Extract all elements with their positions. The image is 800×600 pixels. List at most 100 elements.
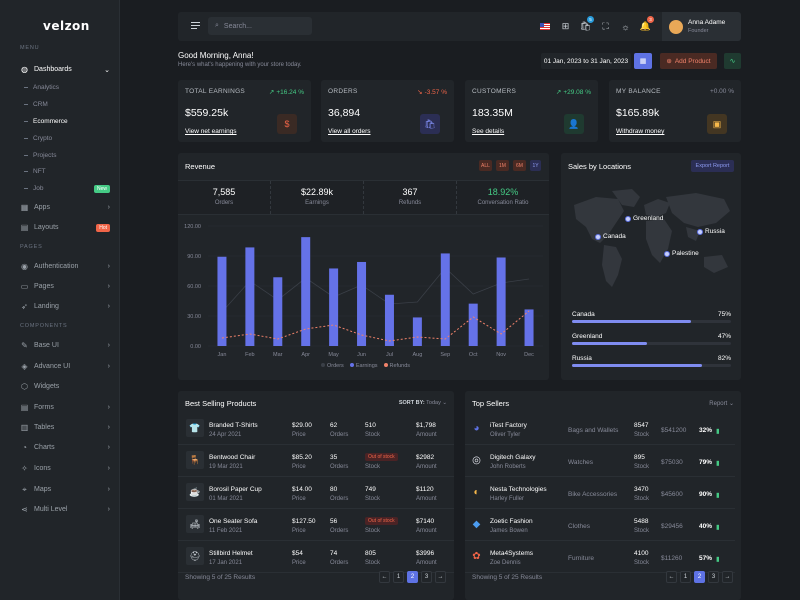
- page-button[interactable]: 1: [393, 571, 404, 583]
- sidebar-sub-ecommerce[interactable]: Ecommerce: [24, 116, 112, 127]
- table-row[interactable]: 🛋 One Seater Sofa 11 Feb 2021 $127.50 Price 5…: [178, 509, 454, 541]
- sidebar-item-base-ui[interactable]: ✎ Base UI ›: [20, 339, 112, 352]
- activity-button[interactable]: ∿: [724, 53, 741, 69]
- sort-dropdown[interactable]: SORT BY: Today ⌄: [399, 400, 447, 406]
- sidebar-item-icons[interactable]: ✧ Icons ›: [20, 462, 112, 475]
- page-button[interactable]: 2: [407, 571, 418, 583]
- hamburger-icon[interactable]: [191, 22, 200, 29]
- page-button[interactable]: 2: [694, 571, 705, 583]
- page-button[interactable]: 3: [421, 571, 432, 583]
- product-name[interactable]: Branded T-Shirts: [209, 422, 258, 429]
- sidebar-item-charts[interactable]: ◔ Charts ›: [20, 441, 112, 454]
- sidebar-item-pages[interactable]: ▭ Pages ›: [20, 280, 112, 293]
- range-1m-button[interactable]: 1M: [496, 160, 509, 171]
- map-pin-greenland[interactable]: Greenland: [625, 215, 663, 222]
- seller-name[interactable]: iTest Factory: [490, 422, 527, 429]
- seller-category: Clothes: [568, 523, 591, 530]
- next-page-button[interactable]: →: [722, 571, 733, 583]
- table-row[interactable]: ◐ Nesta Technologies Harley Fuller Bike Acc…: [465, 477, 735, 509]
- calendar-button[interactable]: ▦: [634, 53, 652, 69]
- user-menu[interactable]: Anna Adame Founder: [662, 12, 741, 41]
- sidebar-sub-job[interactable]: Job New: [24, 183, 112, 194]
- us-flag-icon[interactable]: [539, 21, 550, 32]
- sidebar-sub-crm[interactable]: CRM: [24, 99, 112, 110]
- kpi-link[interactable]: See details: [472, 128, 504, 135]
- report-dropdown[interactable]: Report ⌄: [709, 400, 734, 407]
- kpi-link[interactable]: View all orders: [328, 128, 371, 135]
- chevron-right-icon: ›: [107, 363, 110, 370]
- product-name[interactable]: Borosil Paper Cup: [209, 486, 262, 493]
- map-pin-canada[interactable]: Canada: [595, 233, 626, 240]
- bar-chart-icon: ▮: [716, 460, 720, 467]
- page-button[interactable]: 3: [708, 571, 719, 583]
- seller-name[interactable]: Meta4Systems: [490, 550, 533, 557]
- earnings-bar: [496, 257, 506, 346]
- product-name[interactable]: Bentwood Chair: [209, 454, 255, 461]
- date-range-picker[interactable]: 01 Jan, 2023 to 31 Jan, 2023: [541, 53, 631, 69]
- theme-toggle-icon[interactable]: ☼: [620, 21, 631, 32]
- seller-amount: $29456: [661, 523, 683, 530]
- sidebar-item-layouts[interactable]: ▤ Layouts Hot: [20, 221, 112, 234]
- table-row[interactable]: ◆ Zoetic Fashion James Bowen Clothes 5488 Sto…: [465, 509, 735, 541]
- legend-earnings[interactable]: Earnings: [349, 363, 378, 369]
- sidebar-item-landing[interactable]: ➶ Landing ›: [20, 300, 112, 313]
- seller-name[interactable]: Zoetic Fashion: [490, 518, 533, 525]
- sidebar-item-authentication[interactable]: ◉ Authentication ›: [20, 260, 112, 273]
- fullscreen-icon[interactable]: ⛶: [600, 21, 611, 32]
- sidebar-sub-projects[interactable]: Projects: [24, 150, 112, 161]
- seller-name[interactable]: Nesta Technologies: [490, 486, 547, 493]
- prev-page-button[interactable]: ←: [666, 571, 677, 583]
- map-pin-russia[interactable]: Russia: [697, 228, 725, 235]
- sidebar-item-label: Base UI: [34, 342, 59, 349]
- revenue-chart: 120.00 90.00 60.00 30.00 0.00 Jan Feb Mar Apr May…: [184, 224, 543, 358]
- table-row[interactable]: ◎ Digitech Galaxy John Roberts Watches 895 St…: [465, 445, 735, 477]
- chevron-right-icon: ›: [107, 404, 110, 411]
- best-selling-title: Best Selling Products: [185, 399, 257, 408]
- amount-label: Amount: [416, 528, 437, 534]
- product-price: $127.50: [292, 518, 316, 525]
- page-button[interactable]: 1: [680, 571, 691, 583]
- kpi-label: MY BALANCE: [616, 88, 661, 95]
- kpi-value: $559.25k: [185, 107, 229, 119]
- sidebar-sub-nft[interactable]: NFT: [24, 166, 112, 177]
- legend-orders[interactable]: Orders: [321, 363, 344, 369]
- prev-page-button[interactable]: ←: [379, 571, 390, 583]
- search-input[interactable]: ⌕ Search...: [208, 17, 312, 35]
- range-all-button[interactable]: ALL: [479, 160, 492, 171]
- table-row[interactable]: 👕 Branded T-Shirts 24 Apr 2021 $29.00 Price 6…: [178, 413, 454, 445]
- sidebar-item-forms[interactable]: ▤ Forms ›: [20, 401, 112, 414]
- table-row[interactable]: 🪑 Bentwood Chair 19 Mar 2021 $85.20 Price 35 O…: [178, 445, 454, 477]
- range-1y-button[interactable]: 1Y: [530, 160, 541, 171]
- kpi-link[interactable]: View net earnings: [185, 128, 237, 135]
- table-row[interactable]: ◕ iTest Factory Oliver Tyler Bags and Walle…: [465, 413, 735, 445]
- legend-refunds[interactable]: Refunds: [383, 363, 410, 369]
- export-report-button[interactable]: Export Report: [691, 160, 734, 172]
- table-row[interactable]: ⛑ Stillbird Helmet 17 Jan 2021 $54 Price 74 Or…: [178, 541, 454, 573]
- seller-amount: $75030: [661, 459, 683, 466]
- sidebar-item-widgets[interactable]: ⬡ Widgets: [20, 380, 112, 393]
- apps-grid-icon[interactable]: ⊞: [560, 21, 571, 32]
- range-6m-button[interactable]: 6M: [513, 160, 526, 171]
- sidebar-item-tables[interactable]: ▥ Tables ›: [20, 421, 112, 434]
- seller-name[interactable]: Digitech Galaxy: [490, 454, 536, 461]
- next-page-button[interactable]: →: [435, 571, 446, 583]
- product-name[interactable]: Stillbird Helmet: [209, 550, 253, 557]
- product-name[interactable]: One Seater Sofa: [209, 518, 257, 525]
- bar-chart-icon: ▮: [716, 428, 720, 435]
- stock-label: Stock: [365, 528, 381, 534]
- brand-logo[interactable]: velzon: [43, 19, 90, 33]
- add-product-button[interactable]: ⊕ Add Product: [660, 53, 717, 69]
- sidebar-sub-analytics[interactable]: Analytics: [24, 82, 112, 93]
- sidebar-item-advance-ui[interactable]: ◈ Advance UI ›: [20, 360, 112, 373]
- sidebar-item-multi-level[interactable]: ⋖ Multi Level ›: [20, 503, 112, 516]
- pagination: ← 1 2 3 →: [379, 571, 446, 583]
- map-pin-palestine[interactable]: Palestine: [664, 250, 699, 257]
- sidebar-sub-crypto[interactable]: Crypto: [24, 133, 112, 144]
- table-row[interactable]: ✿ Meta4Systems Zoe Dennis Furniture 4100 Stoc…: [465, 541, 735, 573]
- table-row[interactable]: ☕ Borosil Paper Cup 01 Mar 2021 $14.00 Price…: [178, 477, 454, 509]
- kpi-link[interactable]: Withdraw money: [616, 128, 664, 135]
- pin-marker-icon: [625, 215, 631, 222]
- sidebar-item-dashboards[interactable]: ◍ Dashboards ⌄: [20, 63, 112, 76]
- sidebar-item-maps[interactable]: ⌖ Maps ›: [20, 483, 112, 496]
- sidebar-item-apps[interactable]: ▦ Apps ›: [20, 201, 112, 214]
